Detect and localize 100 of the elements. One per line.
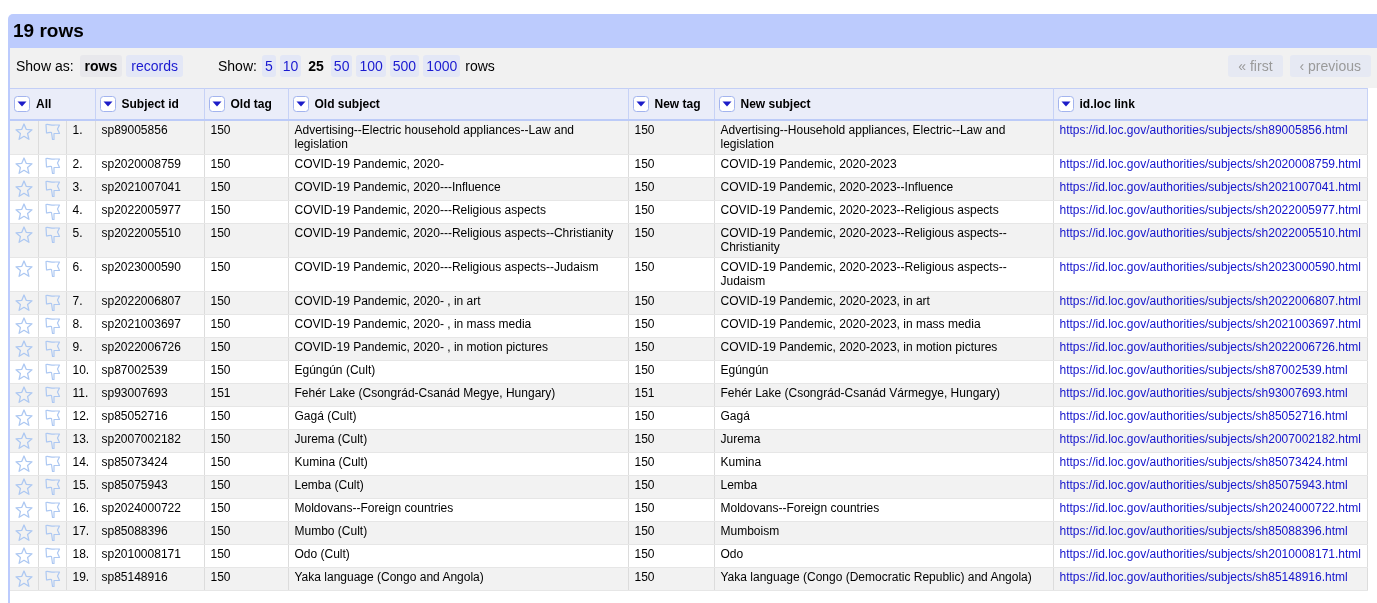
subject-link[interactable]: https://id.loc.gov/authorities/subjects/sh2024000722.html	[1059, 500, 1362, 515]
flag-icon[interactable]	[43, 546, 61, 565]
subject-link[interactable]: https://id.loc.gov/authorities/subjects/sh85073424.html	[1059, 454, 1348, 469]
table-cell: COVID-19 Pandemic, 2020-2023--Influence	[714, 177, 1053, 200]
table-cell: 151	[628, 383, 714, 406]
flag-icon[interactable]	[43, 225, 61, 244]
view-mode-option[interactable]: rows	[79, 55, 123, 77]
column-header[interactable]: All	[10, 88, 95, 120]
column-header[interactable]: Old subject	[288, 88, 628, 120]
star-icon[interactable]	[14, 316, 33, 335]
dropdown-icon[interactable]	[99, 95, 116, 112]
dropdown-icon[interactable]	[292, 95, 309, 112]
table-cell: 150	[204, 544, 288, 567]
flag-icon[interactable]	[43, 500, 61, 519]
star-icon[interactable]	[14, 122, 33, 141]
star-icon[interactable]	[14, 569, 33, 588]
subject-link[interactable]: https://id.loc.gov/authorities/subjects/sh85052716.html	[1059, 408, 1348, 423]
star-icon[interactable]	[14, 202, 33, 221]
row-number: 16.	[66, 498, 95, 521]
subject-link[interactable]: https://id.loc.gov/authorities/subjects/sh2023000590.html	[1059, 259, 1362, 274]
table-cell: Kumina	[714, 452, 1053, 475]
star-icon[interactable]	[14, 293, 33, 312]
flag-icon[interactable]	[43, 408, 61, 427]
column-header[interactable]: New tag	[628, 88, 714, 120]
flag-icon[interactable]	[43, 523, 61, 542]
subject-link[interactable]: https://id.loc.gov/authorities/subjects/sh2021003697.html	[1059, 316, 1362, 331]
dropdown-icon[interactable]	[632, 95, 649, 112]
page-size-option[interactable]: 25	[305, 55, 327, 77]
flag-icon[interactable]	[43, 569, 61, 588]
table-cell: Lemba	[714, 475, 1053, 498]
star-icon[interactable]	[14, 156, 33, 175]
star-icon[interactable]	[14, 408, 33, 427]
table-cell: COVID-19 Pandemic, 2020-2023--Religious aspects--Christianity	[714, 223, 1053, 257]
subject-link[interactable]: https://id.loc.gov/authorities/subjects/sh2022006726.html	[1059, 339, 1362, 354]
flag-icon[interactable]	[43, 293, 61, 312]
column-header-label: id.loc link	[1079, 96, 1135, 111]
page-size-option[interactable]: 5	[261, 55, 276, 77]
flag-icon[interactable]	[43, 339, 61, 358]
star-icon[interactable]	[14, 546, 33, 565]
subject-link[interactable]: https://id.loc.gov/authorities/subjects/sh2022005977.html	[1059, 202, 1362, 217]
column-header[interactable]: Old tag	[204, 88, 288, 120]
row-number: 1.	[66, 119, 95, 154]
flag-icon[interactable]	[43, 202, 61, 221]
column-header[interactable]: id.loc link	[1053, 88, 1367, 120]
flag-icon[interactable]	[43, 454, 61, 473]
table-cell: COVID-19 Pandemic, 2020---Religious aspects--Judaism	[288, 257, 628, 291]
flag-icon[interactable]	[43, 385, 61, 404]
subject-link[interactable]: https://id.loc.gov/authorities/subjects/sh85075943.html	[1059, 477, 1348, 492]
subject-link[interactable]: https://id.loc.gov/authorities/subjects/sh87002539.html	[1059, 362, 1348, 377]
flag-icon[interactable]	[43, 179, 61, 198]
column-header[interactable]: New subject	[714, 88, 1053, 120]
star-icon[interactable]	[14, 225, 33, 244]
row-number: 14.	[66, 452, 95, 475]
table-cell: 150	[628, 337, 714, 360]
star-icon[interactable]	[14, 431, 33, 450]
row-number: 3.	[66, 177, 95, 200]
flag-icon[interactable]	[43, 431, 61, 450]
star-icon[interactable]	[14, 523, 33, 542]
star-icon[interactable]	[14, 385, 33, 404]
subject-link[interactable]: https://id.loc.gov/authorities/subjects/sh2022005510.html	[1059, 225, 1362, 240]
star-icon[interactable]	[14, 259, 33, 278]
star-icon[interactable]	[14, 339, 33, 358]
table-cell: COVID-19 Pandemic, 2020- , in motion pictures	[288, 337, 628, 360]
subject-link[interactable]: https://id.loc.gov/authorities/subjects/sh2020008759.html	[1059, 156, 1362, 171]
star-icon[interactable]	[14, 477, 33, 496]
page-size-option[interactable]: 500	[389, 55, 420, 77]
table-cell: Mumbo (Cult)	[288, 521, 628, 544]
flag-icon[interactable]	[43, 156, 61, 175]
column-header-label: New subject	[740, 96, 811, 111]
subject-link[interactable]: https://id.loc.gov/authorities/subjects/sh2021007041.html	[1059, 179, 1362, 194]
dropdown-icon[interactable]	[1057, 95, 1074, 112]
flag-icon[interactable]	[43, 316, 61, 335]
subject-link[interactable]: https://id.loc.gov/authorities/subjects/sh2022006807.html	[1059, 293, 1362, 308]
table-cell: Mumboism	[714, 521, 1053, 544]
dropdown-icon[interactable]	[208, 95, 225, 112]
subject-link[interactable]: https://id.loc.gov/authorities/subjects/sh93007693.html	[1059, 385, 1348, 400]
flag-icon[interactable]	[43, 122, 61, 141]
subject-link[interactable]: https://id.loc.gov/authorities/subjects/sh2007002182.html	[1059, 431, 1362, 446]
page-size-option[interactable]: 1000	[423, 55, 461, 77]
star-icon[interactable]	[14, 454, 33, 473]
page-size-option[interactable]: 100	[356, 55, 386, 77]
star-icon[interactable]	[14, 362, 33, 381]
subject-link[interactable]: https://id.loc.gov/authorities/subjects/sh85148916.html	[1059, 569, 1348, 584]
star-icon[interactable]	[14, 500, 33, 519]
flag-icon[interactable]	[43, 477, 61, 496]
flag-icon[interactable]	[43, 362, 61, 381]
view-mode-option[interactable]: records	[126, 55, 183, 77]
column-header[interactable]: Subject id	[95, 88, 204, 120]
page-size-option[interactable]: 50	[330, 55, 353, 77]
dropdown-icon[interactable]	[718, 95, 735, 112]
star-icon[interactable]	[14, 179, 33, 198]
dropdown-icon[interactable]	[14, 95, 30, 112]
row-number: 17.	[66, 521, 95, 544]
subject-link[interactable]: https://id.loc.gov/authorities/subjects/sh2010008171.html	[1059, 546, 1362, 561]
page-size-option[interactable]: 10	[279, 55, 302, 77]
flag-icon[interactable]	[43, 259, 61, 278]
subject-link[interactable]: https://id.loc.gov/authorities/subjects/sh85088396.html	[1059, 523, 1348, 538]
subject-link[interactable]: https://id.loc.gov/authorities/subjects/sh89005856.html	[1059, 122, 1348, 137]
table-cell: sp85148916	[95, 567, 204, 590]
table-cell: sp2022005977	[95, 200, 204, 223]
